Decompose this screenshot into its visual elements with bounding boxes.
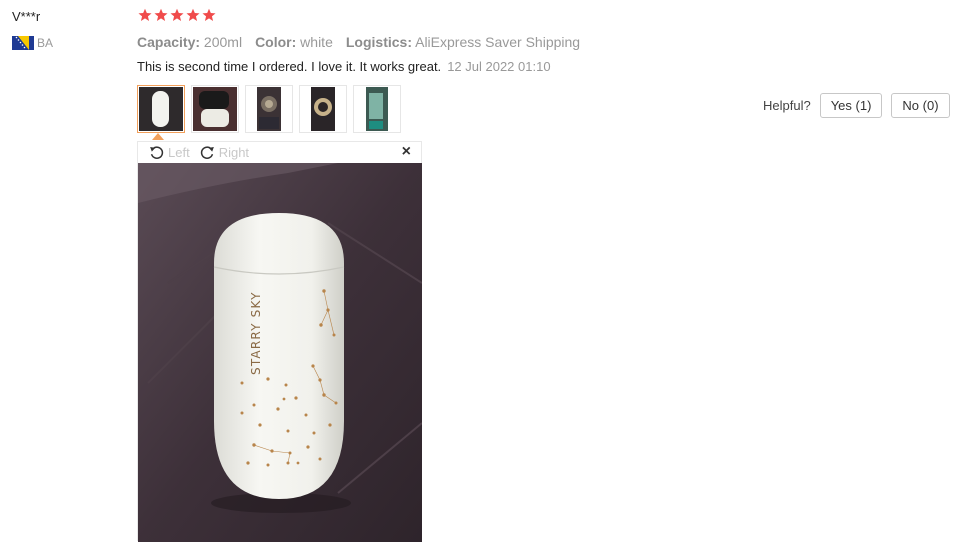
star-icon — [202, 8, 216, 21]
helpful-no-button[interactable]: No (0) — [891, 93, 950, 118]
review-photo: STARRY SKY — [138, 163, 422, 542]
thumbnail-3[interactable] — [245, 85, 293, 133]
rotate-left-label: Left — [168, 145, 190, 160]
star-icon — [138, 8, 152, 21]
helpful-label: Helpful? — [763, 98, 811, 113]
star-icon — [170, 8, 184, 21]
photo-label: STARRY SKY — [249, 291, 263, 375]
review-date: 12 Jul 2022 01:10 — [447, 59, 551, 74]
rotate-left-icon — [150, 146, 164, 159]
attribute-color: Color: white — [255, 34, 333, 50]
rotate-left-button[interactable]: Left — [148, 144, 190, 161]
rating-stars — [138, 8, 216, 22]
thumbnail-1[interactable] — [137, 85, 185, 133]
review-text: This is second time I ordered. I love it… — [137, 59, 551, 74]
rotate-right-button[interactable]: Right — [199, 144, 249, 161]
thumbnail-4[interactable] — [299, 85, 347, 133]
attribute-capacity: Capacity: 200ml — [137, 34, 243, 50]
rotate-right-label: Right — [218, 145, 250, 160]
helpful-yes-button[interactable]: Yes (1) — [819, 93, 883, 118]
helpful-section: Helpful? Yes (1) No (0) — [763, 93, 950, 118]
flag-ba-icon — [12, 36, 34, 50]
review-thumbnails — [137, 85, 401, 133]
review-body: This is second time I ordered. I love it… — [137, 59, 442, 74]
thumbnail-5[interactable] — [353, 85, 401, 133]
image-viewer: Left Right × STARRY SKY — [137, 141, 422, 542]
review-attributes: Capacity: 200ml Color: white Logistics: … — [137, 34, 580, 50]
reviewer-country: BA — [12, 36, 53, 50]
star-icon — [154, 8, 168, 21]
rotate-right-icon — [200, 146, 214, 159]
attribute-logistics: Logistics: AliExpress Saver Shipping — [345, 34, 581, 50]
image-viewer-toolbar: Left Right × — [138, 142, 421, 163]
thumbnail-2[interactable] — [191, 85, 239, 133]
close-icon[interactable]: × — [402, 143, 411, 161]
country-code: BA — [37, 36, 54, 50]
selected-thumbnail-indicator — [152, 133, 164, 140]
reviewer-name: V***r — [12, 9, 41, 24]
star-icon — [186, 8, 200, 21]
